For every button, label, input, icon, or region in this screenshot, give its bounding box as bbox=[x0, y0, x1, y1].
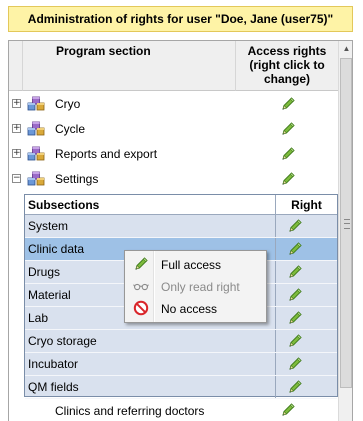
pencil-icon[interactable] bbox=[280, 402, 296, 418]
section-row-clinics[interactable]: Clinics and referring doctors bbox=[9, 398, 338, 421]
section-label: Reports and export bbox=[55, 147, 158, 161]
no-entry-icon bbox=[133, 300, 149, 316]
subsection-label: Drugs bbox=[28, 265, 61, 279]
menu-item-label: No access bbox=[161, 302, 218, 316]
pencil-icon[interactable] bbox=[287, 241, 303, 257]
expander-column-header bbox=[9, 41, 23, 91]
menu-item-full-access[interactable]: Full access bbox=[127, 253, 264, 275]
menu-item-read-only[interactable]: Only read right bbox=[127, 275, 264, 297]
right-column-header[interactable]: Right bbox=[276, 195, 337, 215]
section-label: Cryo bbox=[55, 97, 81, 111]
section-label: Clinics and referring doctors bbox=[55, 404, 205, 418]
section-row-settings[interactable]: − Settings bbox=[9, 166, 338, 191]
subsection-label: Lab bbox=[28, 311, 49, 325]
cubes-icon bbox=[27, 121, 45, 137]
expand-toggle[interactable]: + bbox=[12, 124, 21, 133]
collapse-toggle[interactable]: − bbox=[12, 174, 21, 183]
pencil-icon[interactable] bbox=[287, 218, 303, 234]
expand-toggle[interactable]: + bbox=[12, 99, 21, 108]
pencil-icon[interactable] bbox=[280, 121, 296, 137]
section-row-cryo[interactable]: + Cryo bbox=[9, 91, 338, 116]
cubes-icon bbox=[27, 146, 45, 162]
expand-toggle[interactable]: + bbox=[12, 149, 21, 158]
grip-icon bbox=[344, 219, 350, 229]
menu-item-label: Only read right bbox=[161, 280, 240, 294]
pencil-icon[interactable] bbox=[287, 310, 303, 326]
subsection-row-cryo-storage[interactable]: Cryo storage bbox=[25, 330, 337, 353]
pencil-icon[interactable] bbox=[280, 146, 296, 162]
section-row-cycle[interactable]: + Cycle bbox=[9, 116, 338, 141]
rights-context-menu: Full access Only read right No access bbox=[124, 250, 267, 323]
program-section-column-header[interactable]: Program section bbox=[23, 41, 236, 91]
vertical-scrollbar[interactable]: ▲ bbox=[338, 41, 352, 421]
glasses-icon bbox=[133, 278, 149, 294]
pencil-icon[interactable] bbox=[287, 379, 303, 395]
subsection-row-system[interactable]: System bbox=[25, 215, 337, 238]
subsection-label: System bbox=[28, 219, 69, 233]
window-title: Administration of rights for user "Doe, … bbox=[8, 6, 353, 32]
cubes-icon bbox=[27, 96, 45, 112]
pencil-icon bbox=[133, 256, 149, 272]
subsection-label: Cryo storage bbox=[28, 334, 97, 348]
rights-grid: Program section Access rights (right cli… bbox=[8, 40, 353, 421]
subsection-label: QM fields bbox=[28, 380, 79, 394]
section-label: Cycle bbox=[55, 122, 86, 136]
pencil-icon[interactable] bbox=[287, 356, 303, 372]
pencil-icon[interactable] bbox=[287, 287, 303, 303]
pencil-icon[interactable] bbox=[280, 96, 296, 112]
cubes-icon bbox=[27, 171, 45, 187]
menu-item-label: Full access bbox=[161, 258, 222, 272]
subsection-label: Incubator bbox=[28, 357, 79, 371]
access-rights-column-header[interactable]: Access rights (right click to change) bbox=[236, 41, 338, 91]
subsection-row-incubator[interactable]: Incubator bbox=[25, 353, 337, 376]
subsection-label: Clinic data bbox=[28, 242, 85, 256]
subsections-column-header[interactable]: Subsections bbox=[25, 195, 276, 215]
pencil-icon[interactable] bbox=[287, 333, 303, 349]
menu-item-no-access[interactable]: No access bbox=[127, 297, 264, 319]
scroll-up-arrow-icon[interactable]: ▲ bbox=[339, 41, 352, 57]
subsection-row-qm-fields[interactable]: QM fields bbox=[25, 376, 337, 399]
pencil-icon[interactable] bbox=[287, 264, 303, 280]
section-label: Settings bbox=[55, 172, 99, 186]
scrollbar-thumb[interactable] bbox=[340, 58, 352, 388]
section-row-reports[interactable]: + Reports and export bbox=[9, 141, 338, 166]
subsection-label: Material bbox=[28, 288, 71, 302]
pencil-icon[interactable] bbox=[280, 171, 296, 187]
